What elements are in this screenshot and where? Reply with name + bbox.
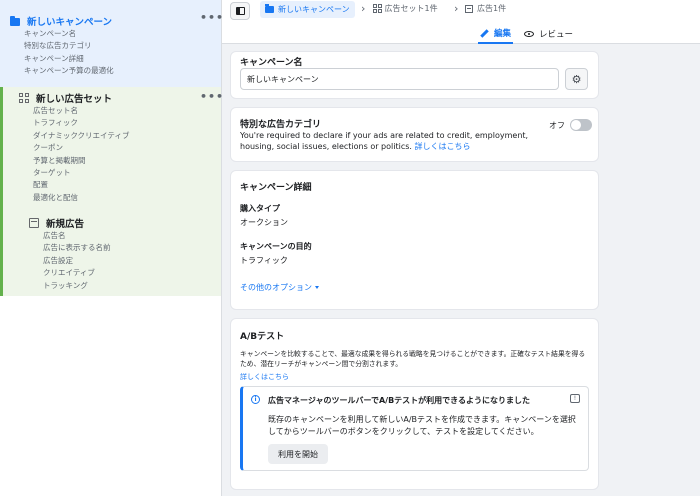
special-category-learn-more-link[interactable]: 詳しくはこちら (414, 142, 470, 151)
ab-test-notice: i 広告マネージャのツールバーでA/Bテストが利用できるようになりました ! 既… (240, 386, 589, 471)
sidebar-item-adset-name[interactable]: 広告セット名 (33, 105, 129, 117)
gear-icon: ⚙ (571, 72, 582, 86)
chevron-right-icon: › (361, 2, 366, 15)
sidebar-item-campaign-details[interactable]: キャンペーン詳細 (24, 53, 114, 65)
tab-edit-label: 編集 (494, 29, 512, 39)
sidebar-campaign-section[interactable]: 新しいキャンペーン ••• キャンペーン名 特別な広告カテゴリ キャンペーン詳細… (0, 0, 224, 87)
get-started-button[interactable]: 利用を開始 (268, 444, 328, 464)
special-category-card: 特別な広告カテゴリ オフ You're required to declare … (230, 107, 599, 162)
breadcrumb-ad[interactable]: 広告1件 (465, 3, 506, 14)
sidebar-item-optimization-delivery[interactable]: 最適化と配信 (33, 192, 129, 204)
ab-test-learn-more-link[interactable]: 詳しくはこちら (240, 372, 289, 383)
breadcrumb-campaign-label: 新しいキャンペーン (278, 5, 350, 14)
ad-icon (29, 218, 39, 228)
campaign-name-settings-button[interactable]: ⚙ (565, 68, 588, 90)
adset-grid-icon (373, 4, 382, 13)
ab-test-description: キャンペーンを比較することで、最適な成果を得られる戦略を見つけることができます。… (240, 350, 586, 368)
tab-review-label: レビュー (539, 30, 574, 40)
ab-test-card: A/Bテスト キャンペーンを比較することで、最適な成果を得られる戦略を見つけるこ… (230, 318, 599, 490)
sidebar-ad-items: 広告名 広告に表示する名前 広告設定 クリエイティブ トラッキング (43, 230, 111, 292)
breadcrumb-ad-label: 広告1件 (477, 4, 507, 13)
sidebar-item-budget-schedule[interactable]: 予算と掲載期間 (33, 155, 129, 167)
folder-icon (10, 15, 20, 26)
breadcrumb-campaign[interactable]: 新しいキャンペーン (260, 1, 355, 18)
pencil-icon (480, 28, 489, 38)
sidebar-adset-label: 新しい広告セット (36, 94, 113, 105)
tab-edit[interactable]: 編集 (478, 24, 514, 44)
sidebar-item-ad-name[interactable]: 広告名 (43, 230, 111, 242)
breadcrumb-adset-label: 広告セット1件 (384, 4, 438, 13)
special-category-text: You're required to declare if your ads a… (240, 131, 529, 151)
sidebar-ad-header[interactable]: 新規広告 (29, 216, 84, 230)
sidebar-item-traffic[interactable]: トラフィック (33, 117, 129, 129)
sidebar-item-placements[interactable]: 配置 (33, 179, 129, 191)
toggle-knob (571, 120, 581, 130)
campaign-more-icon[interactable]: ••• (200, 11, 224, 24)
ab-test-notice-title: 広告マネージャのツールバーでA/Bテストが利用できるようになりました (268, 396, 531, 405)
more-options-link[interactable]: その他のオプション (240, 282, 319, 293)
sidebar-campaign-items: キャンペーン名 特別な広告カテゴリ キャンペーン詳細 キャンペーン予算の最適化 (24, 28, 114, 78)
sidebar-item-tracking[interactable]: トラッキング (43, 280, 111, 292)
sidebar-adset-items: 広告セット名 トラフィック ダイナミッククリエイティブ クーポン 予算と掲載期間… (33, 105, 129, 204)
sidebar-item-creative[interactable]: クリエイティブ (43, 267, 111, 279)
sidebar: 新しいキャンペーン ••• キャンペーン名 特別な広告カテゴリ キャンペーン詳細… (0, 0, 224, 496)
sidebar-item-display-name[interactable]: 広告に表示する名前 (43, 242, 111, 254)
ad-icon (465, 4, 473, 13)
caret-down-icon (315, 286, 319, 289)
campaign-name-title: キャンペーン名 (240, 58, 303, 68)
objective-value: トラフィック (240, 256, 288, 265)
adset-grid-icon (19, 93, 29, 103)
buy-type-label: 購入タイプ (240, 204, 280, 213)
campaign-details-title: キャンペーン詳細 (240, 183, 312, 193)
campaign-name-card: キャンペーン名 ⚙ (230, 51, 599, 99)
sidebar-item-coupon[interactable]: クーポン (33, 142, 129, 154)
folder-icon (265, 4, 274, 13)
top-bar: 新しいキャンペーン › 広告セット1件 › 広告1件 編集 レビュー (222, 0, 700, 44)
info-icon: i (251, 395, 260, 404)
campaign-name-input[interactable] (240, 68, 559, 90)
sidebar-campaign-header[interactable]: 新しいキャンペーン (10, 14, 112, 28)
chevron-right-icon: › (454, 2, 459, 15)
campaign-details-card: キャンペーン詳細 購入タイプ オークション キャンペーンの目的 トラフィック そ… (230, 170, 599, 310)
adset-more-icon[interactable]: ••• (200, 90, 224, 103)
ab-test-title: A/Bテスト (240, 332, 285, 342)
sidebar-item-special-category[interactable]: 特別な広告カテゴリ (24, 40, 114, 52)
sidebar-item-campaign-name[interactable]: キャンペーン名 (24, 28, 114, 40)
more-options-label: その他のオプション (240, 283, 312, 292)
panel-toggle-icon (236, 7, 245, 15)
special-category-title: 特別な広告カテゴリ (240, 120, 322, 130)
tab-review[interactable]: レビュー (524, 24, 573, 44)
sidebar-adset-header[interactable]: 新しい広告セット (19, 91, 112, 105)
sidebar-item-dynamic-creative[interactable]: ダイナミッククリエイティブ (33, 130, 129, 142)
special-category-toggle[interactable] (570, 119, 592, 131)
ab-test-notice-body: 既存のキャンペーンを利用して新しいA/Bテストを作成できます。キャンペーンを選択… (268, 415, 576, 436)
breadcrumb-adset[interactable]: 広告セット1件 (373, 3, 438, 14)
feedback-icon[interactable]: ! (570, 394, 580, 403)
sidebar-toggle-button[interactable] (230, 2, 250, 20)
sidebar-campaign-label: 新しいキャンペーン (27, 17, 113, 28)
sidebar-item-targeting[interactable]: ターゲット (33, 167, 129, 179)
sidebar-item-ad-settings[interactable]: 広告設定 (43, 255, 111, 267)
sidebar-item-budget-optimization[interactable]: キャンペーン予算の最適化 (24, 65, 114, 77)
objective-label: キャンペーンの目的 (240, 242, 312, 251)
special-category-description: You're required to declare if your ads a… (240, 130, 560, 152)
sidebar-adset-section[interactable]: 新しい広告セット ••• 広告セット名 トラフィック ダイナミッククリエイティブ… (0, 87, 224, 296)
sidebar-ad-label: 新規広告 (46, 219, 85, 230)
buy-type-value: オークション (240, 218, 288, 227)
eye-icon (524, 31, 534, 37)
